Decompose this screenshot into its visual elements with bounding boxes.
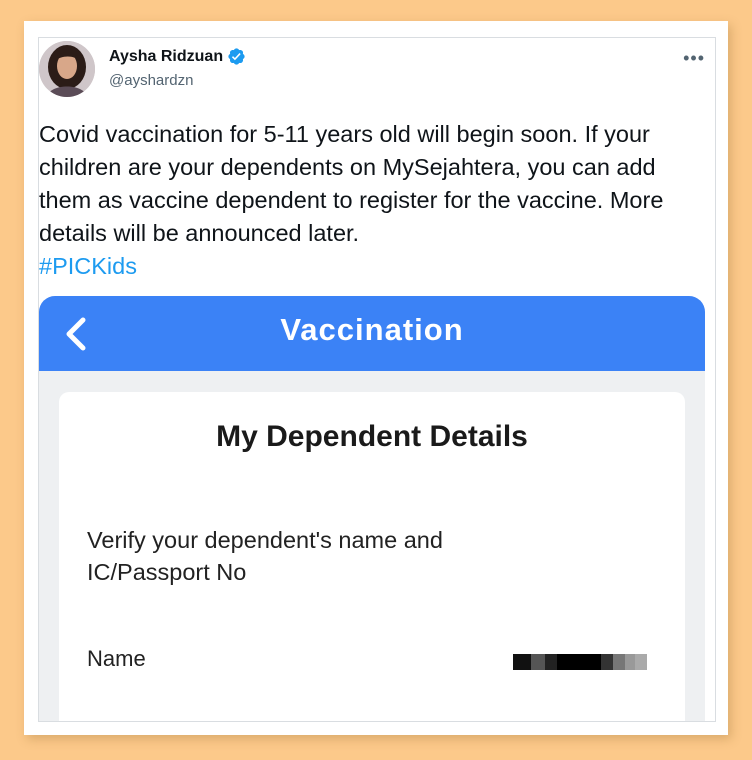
tweet-media-image[interactable]: Vaccination My Dependent Details Verify … — [39, 296, 705, 721]
app-header: Vaccination — [39, 296, 705, 371]
screenshot-frame: Aysha Ridzuan @ayshardzn ••• Covid vacci… — [24, 21, 728, 735]
avatar-image — [39, 41, 95, 97]
avatar[interactable] — [39, 41, 95, 97]
verified-badge-icon — [228, 48, 245, 65]
card-title: My Dependent Details — [216, 420, 528, 453]
author-name-row: Aysha Ridzuan — [109, 47, 246, 66]
more-horizontal-icon[interactable]: ••• — [683, 48, 705, 69]
hashtag-link[interactable]: #PICKids — [39, 250, 711, 283]
tweet-card[interactable]: Aysha Ridzuan @ayshardzn ••• Covid vacci… — [38, 37, 716, 722]
redacted-name-value — [513, 654, 647, 670]
card-instruction: Verify your dependent's name and IC/Pass… — [87, 527, 443, 585]
dependent-details-card: My Dependent Details Verify your depende… — [59, 392, 685, 721]
author-handle[interactable]: @ayshardzn — [109, 72, 193, 89]
tweet-body: Covid vaccination for 5-11 years old wil… — [39, 121, 664, 246]
app-header-title: Vaccination — [280, 312, 464, 347]
author-display-name[interactable]: Aysha Ridzuan — [109, 48, 223, 66]
tweet-text: Covid vaccination for 5-11 years old wil… — [39, 118, 711, 283]
name-label: Name — [87, 646, 146, 671]
